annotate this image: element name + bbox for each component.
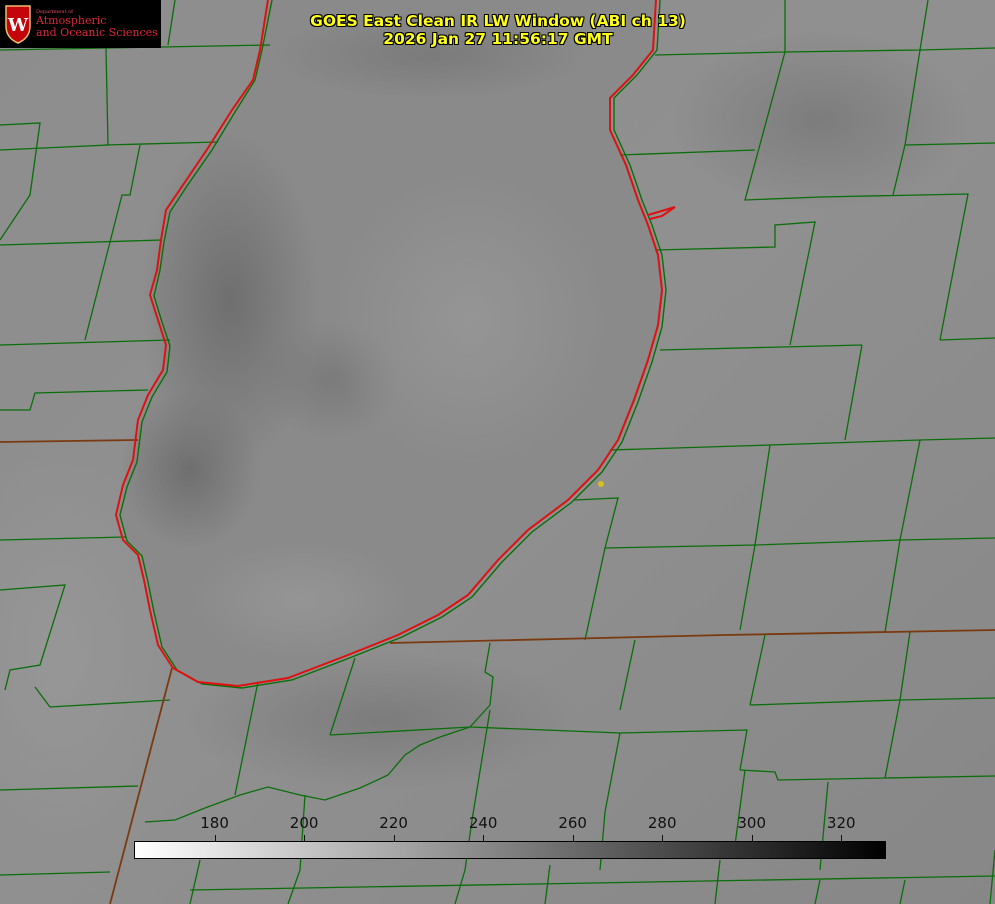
colorbar-tick-label: 280 [647,814,677,832]
colorbar-tick-label: 220 [379,814,408,832]
colorbar-tick-label: 320 [826,814,856,832]
crest-letter: W [7,15,29,36]
colorbar-tick-label: 260 [558,814,587,832]
colorbar-tick-mark [483,835,484,841]
colorbar-tick-mark [662,835,663,841]
satellite-image-viewer: W Department of Atmospheric and Oceanic … [0,0,995,904]
colorbar-tick-mark [573,835,574,841]
colorbar-tick-label: 180 [200,814,229,832]
logo-line-1: Atmospheric [36,14,107,28]
crest-icon: W [5,5,31,44]
colorbar-tick-label: 240 [468,814,498,832]
colorbar-tick-mark [752,835,753,841]
title-timestamp: 2026 Jan 27 11:56:17 GMT [383,30,613,48]
satellite-map [0,0,995,904]
logo-text: Department of Atmospheric and Oceanic Sc… [36,9,158,39]
colorbar-tick-mark [304,835,305,841]
lake-light-south [190,540,410,660]
title-product: GOES East Clean IR LW Window (ABI ch 13) [310,12,686,30]
uw-aos-logo: W Department of Atmospheric and Oceanic … [0,0,161,48]
temperature-colorbar [134,841,886,859]
colorbar-tick-label: 200 [289,814,319,832]
colorbar-tick-mark [215,835,216,841]
location-marker [598,481,604,487]
colorbar-tick-mark [394,835,395,841]
lake-light-core [330,170,610,470]
colorbar-tick-label: 300 [737,814,767,832]
land-dark-patch-east [670,30,970,210]
colorbar-tick-mark [841,835,842,841]
logo-line-2: and Oceanic Sciences [36,25,158,39]
image-title: GOES East Clean IR LW Window (ABI ch 13)… [298,12,698,48]
